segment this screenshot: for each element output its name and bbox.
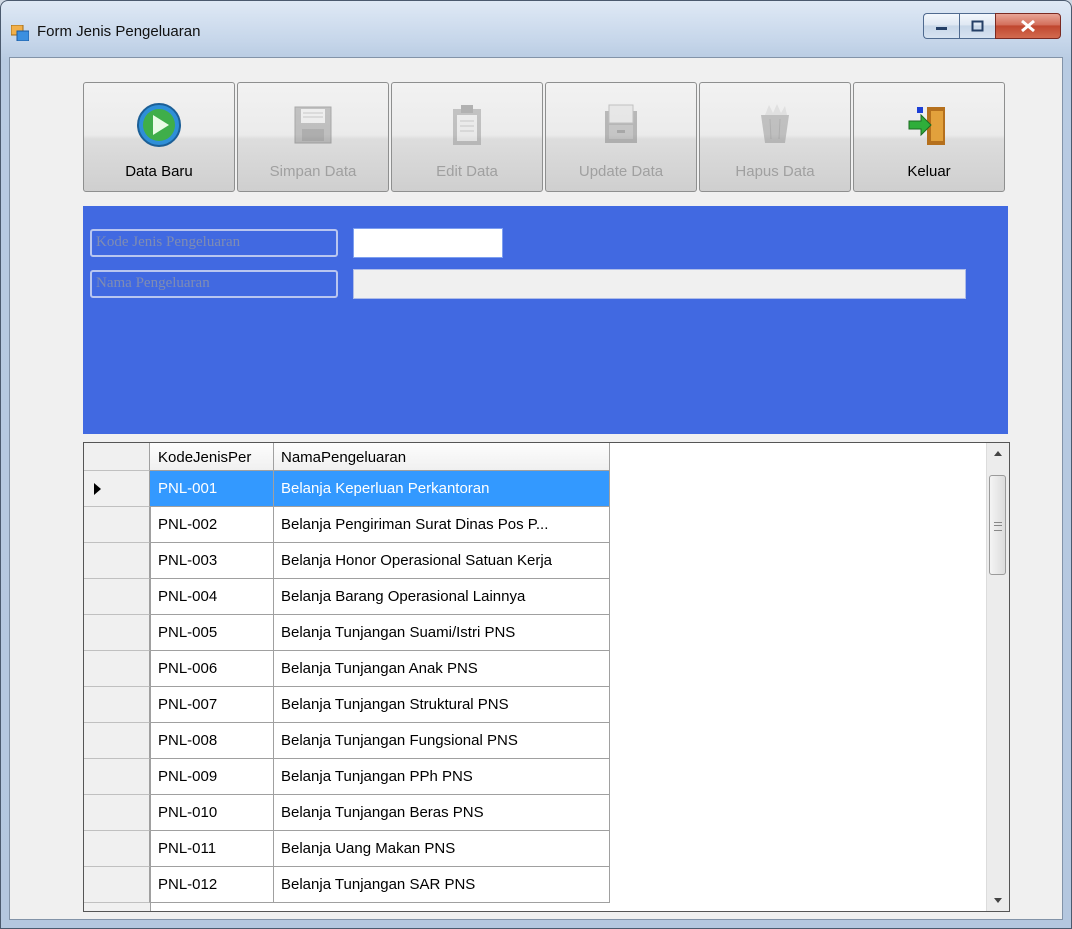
table-row[interactable]: PNL-004 Belanja Barang Operasional Lainny… bbox=[84, 579, 610, 615]
scroll-up-button[interactable] bbox=[987, 443, 1009, 465]
input-panel: Kode Jenis Pengeluaran Nama Pengeluaran bbox=[83, 206, 1008, 434]
play-circle-icon bbox=[137, 103, 181, 147]
table-row[interactable]: PNL-010 Belanja Tunjangan Beras PNS bbox=[84, 795, 610, 831]
form-app-icon bbox=[11, 25, 29, 41]
kode-cell[interactable]: PNL-006 bbox=[150, 651, 274, 687]
nama-cell[interactable]: Belanja Tunjangan Struktural PNS bbox=[274, 687, 610, 723]
table-row[interactable]: PNL-011 Belanja Uang Makan PNS bbox=[84, 831, 610, 867]
nama-pengeluaran-input[interactable] bbox=[353, 269, 966, 299]
kode-cell[interactable]: PNL-012 bbox=[150, 867, 274, 903]
row-header-cell[interactable] bbox=[84, 579, 150, 615]
close-button[interactable] bbox=[995, 13, 1061, 39]
nama-cell[interactable]: Belanja Tunjangan Beras PNS bbox=[274, 795, 610, 831]
nama-pengeluaran-label: Nama Pengeluaran bbox=[90, 270, 338, 298]
row-header-cell[interactable] bbox=[84, 507, 150, 543]
kode-cell[interactable]: PNL-009 bbox=[150, 759, 274, 795]
hapus-data-label: Hapus Data bbox=[735, 163, 815, 180]
vertical-scrollbar[interactable] bbox=[986, 443, 1009, 911]
main-window: Form Jenis Pengeluaran Data Baru Simpan … bbox=[0, 0, 1072, 929]
exit-door-icon bbox=[908, 107, 945, 145]
row-header-cell[interactable] bbox=[84, 543, 150, 579]
column-header-kode[interactable]: KodeJenisPer bbox=[150, 443, 274, 471]
kode-cell[interactable]: PNL-002 bbox=[150, 507, 274, 543]
minimize-button[interactable] bbox=[923, 13, 959, 39]
minimize-icon bbox=[935, 27, 947, 30]
current-row-arrow-icon bbox=[94, 483, 101, 495]
kode-cell[interactable]: PNL-011 bbox=[150, 831, 274, 867]
update-data-button[interactable]: Update Data bbox=[545, 82, 697, 192]
edit-data-button[interactable]: Edit Data bbox=[391, 82, 543, 192]
keluar-label: Keluar bbox=[907, 163, 951, 180]
pengeluaran-data-grid[interactable]: KodeJenisPer NamaPengeluaran PNL-001 Bela… bbox=[83, 442, 1010, 912]
row-header-cell[interactable] bbox=[84, 831, 150, 867]
file-cabinet-icon bbox=[605, 104, 637, 143]
nama-cell[interactable]: Belanja Honor Operasional Satuan Kerja bbox=[274, 543, 610, 579]
clipboard-icon bbox=[453, 105, 481, 145]
keluar-button[interactable]: Keluar bbox=[853, 82, 1005, 192]
table-row[interactable]: PNL-009 Belanja Tunjangan PPh PNS bbox=[84, 759, 610, 795]
table-row[interactable]: PNL-005 Belanja Tunjangan Suami/Istri PNS bbox=[84, 615, 610, 651]
chevron-up-icon bbox=[994, 451, 1002, 456]
nama-cell[interactable]: Belanja Keperluan Perkantoran bbox=[274, 471, 610, 507]
title-bar[interactable]: Form Jenis Pengeluaran bbox=[1, 1, 1071, 61]
row-header-cell[interactable] bbox=[84, 759, 150, 795]
simpan-data-button[interactable]: Simpan Data bbox=[237, 82, 389, 192]
scrollbar-thumb[interactable] bbox=[989, 475, 1006, 575]
close-icon bbox=[1021, 19, 1035, 33]
table-row[interactable]: PNL-006 Belanja Tunjangan Anak PNS bbox=[84, 651, 610, 687]
scroll-down-button[interactable] bbox=[987, 889, 1009, 911]
nama-cell[interactable]: Belanja Barang Operasional Lainnya bbox=[274, 579, 610, 615]
nama-cell[interactable]: Belanja Tunjangan Anak PNS bbox=[274, 651, 610, 687]
window-title: Form Jenis Pengeluaran bbox=[37, 23, 201, 40]
table-row[interactable]: PNL-012 Belanja Tunjangan SAR PNS bbox=[84, 867, 610, 903]
grid-corner-cell bbox=[84, 443, 150, 471]
kode-cell[interactable]: PNL-005 bbox=[150, 615, 274, 651]
edit-data-label: Edit Data bbox=[436, 163, 498, 180]
kode-jenis-pengeluaran-input[interactable] bbox=[353, 228, 503, 258]
kode-cell[interactable]: PNL-003 bbox=[150, 543, 274, 579]
kode-cell[interactable]: PNL-004 bbox=[150, 579, 274, 615]
table-row[interactable]: PNL-003 Belanja Honor Operasional Satuan … bbox=[84, 543, 610, 579]
kode-cell[interactable]: PNL-008 bbox=[150, 723, 274, 759]
row-header-cell[interactable] bbox=[84, 795, 150, 831]
simpan-data-label: Simpan Data bbox=[269, 163, 357, 180]
table-row[interactable]: PNL-007 Belanja Tunjangan Struktural PNS bbox=[84, 687, 610, 723]
maximize-button[interactable] bbox=[959, 13, 995, 39]
table-row[interactable]: PNL-002 Belanja Pengiriman Surat Dinas Po… bbox=[84, 507, 610, 543]
kode-cell[interactable]: PNL-010 bbox=[150, 795, 274, 831]
trash-bin-icon bbox=[761, 104, 789, 143]
kode-cell[interactable]: PNL-001 bbox=[150, 471, 274, 507]
maximize-icon bbox=[971, 20, 983, 32]
row-header-cell[interactable] bbox=[84, 723, 150, 759]
data-baru-label: Data Baru bbox=[125, 163, 193, 180]
kode-cell[interactable]: PNL-007 bbox=[150, 687, 274, 723]
row-header-cell[interactable] bbox=[84, 687, 150, 723]
grip-icon bbox=[994, 522, 1002, 531]
floppy-disk-icon bbox=[294, 106, 332, 144]
row-header-cell[interactable] bbox=[84, 615, 150, 651]
row-header-cell[interactable] bbox=[84, 651, 150, 687]
nama-cell[interactable]: Belanja Tunjangan PPh PNS bbox=[274, 759, 610, 795]
nama-cell[interactable]: Belanja Uang Makan PNS bbox=[274, 831, 610, 867]
form-client-area: Data Baru Simpan Data Edit Data Update D… bbox=[9, 57, 1063, 920]
table-row[interactable]: PNL-008 Belanja Tunjangan Fungsional PNS bbox=[84, 723, 610, 759]
caption-buttons bbox=[923, 13, 1061, 40]
hapus-data-button[interactable]: Hapus Data bbox=[699, 82, 851, 192]
row-header-cell[interactable] bbox=[84, 471, 150, 507]
nama-cell[interactable]: Belanja Tunjangan Fungsional PNS bbox=[274, 723, 610, 759]
update-data-label: Update Data bbox=[578, 163, 664, 180]
data-baru-button[interactable]: Data Baru bbox=[83, 82, 235, 192]
nama-cell[interactable]: Belanja Tunjangan SAR PNS bbox=[274, 867, 610, 903]
table-row[interactable]: PNL-001 Belanja Keperluan Perkantoran bbox=[84, 471, 610, 507]
column-header-nama[interactable]: NamaPengeluaran bbox=[274, 443, 610, 471]
nama-cell[interactable]: Belanja Pengiriman Surat Dinas Pos P... bbox=[274, 507, 610, 543]
chevron-down-icon bbox=[994, 898, 1002, 903]
kode-jenis-pengeluaran-label: Kode Jenis Pengeluaran bbox=[90, 229, 338, 257]
row-header-cell[interactable] bbox=[84, 867, 150, 903]
nama-cell[interactable]: Belanja Tunjangan Suami/Istri PNS bbox=[274, 615, 610, 651]
